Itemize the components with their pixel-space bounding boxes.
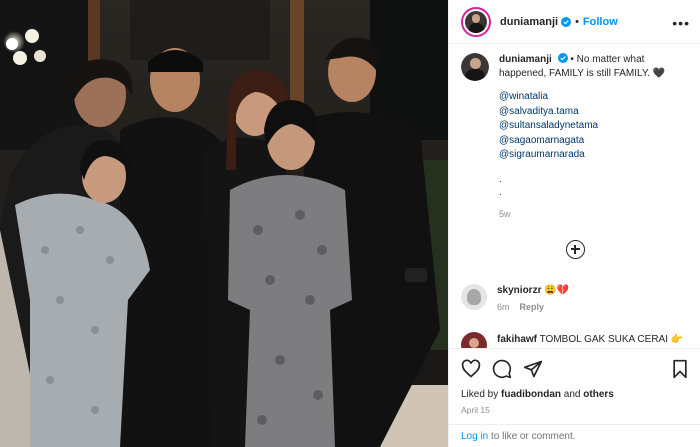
author-avatar[interactable] xyxy=(461,6,491,37)
heart-icon[interactable] xyxy=(461,359,481,379)
mention-list: @winatalia @salvaditya.tama @sultansalad… xyxy=(499,90,691,163)
comment-item: skyniorzr 😩💔 6m Reply xyxy=(461,284,569,314)
likes-others-link[interactable]: others xyxy=(583,389,614,400)
comment-icon[interactable] xyxy=(492,359,512,379)
likes-joiner: and xyxy=(561,389,584,400)
mention-link[interactable]: @sagaomarnagata xyxy=(499,134,691,149)
post-photo[interactable] xyxy=(0,0,448,447)
mention-link[interactable]: @sultansaladynetama xyxy=(499,119,691,134)
caption-username[interactable]: duniamanji xyxy=(499,54,552,65)
author-username[interactable]: duniamanji xyxy=(500,16,558,28)
caption-dot: . xyxy=(499,186,502,198)
mention-link[interactable]: @salvaditya.tama xyxy=(499,105,691,120)
verified-icon xyxy=(561,16,572,27)
follow-button[interactable]: Follow xyxy=(583,16,618,28)
header-separator: • xyxy=(575,15,579,28)
login-link[interactable]: Log in xyxy=(461,431,488,442)
commenter-avatar[interactable] xyxy=(461,284,487,310)
comment-text: 😩💔 xyxy=(544,285,570,296)
comment-age: 6m xyxy=(497,302,510,312)
mention-link[interactable]: @winatalia xyxy=(499,90,691,105)
likes-prefix: Liked by xyxy=(461,389,502,400)
commenter-username[interactable]: fakihawf xyxy=(497,334,537,345)
share-icon[interactable] xyxy=(523,359,543,379)
mention-link[interactable]: @sigraumarnarada xyxy=(499,148,691,163)
bookmark-icon[interactable] xyxy=(670,359,690,379)
comment-text: TOMBOL GAK SUKA CERAI 👉 xyxy=(539,334,684,345)
reply-button[interactable]: Reply xyxy=(520,302,545,312)
commenter-username[interactable]: skyniorzr xyxy=(497,285,541,296)
liker-username[interactable]: fuadibondan xyxy=(501,389,561,400)
action-bar xyxy=(449,348,700,388)
post-sidebar: duniamanji • Follow ••• duniamanji • No … xyxy=(448,0,700,447)
family-photo-illustration xyxy=(0,0,448,447)
post-caption: duniamanji • No matter what happened, FA… xyxy=(461,53,691,221)
login-prompt-text: to like or comment. xyxy=(488,431,576,442)
post-age: 5w xyxy=(499,208,511,219)
more-icon[interactable]: ••• xyxy=(672,15,690,31)
login-prompt: Log in to like or comment. xyxy=(449,424,700,447)
caption-avatar[interactable] xyxy=(461,53,489,81)
verified-icon xyxy=(557,53,568,63)
post-header: duniamanji • Follow ••• xyxy=(449,0,700,44)
post-date: April 15 xyxy=(461,405,490,415)
like-summary: Liked by fuadibondan and others xyxy=(461,389,614,400)
caption-dot: . xyxy=(499,173,502,185)
caption-dots: . . xyxy=(499,173,691,199)
load-more-icon[interactable] xyxy=(566,240,585,259)
